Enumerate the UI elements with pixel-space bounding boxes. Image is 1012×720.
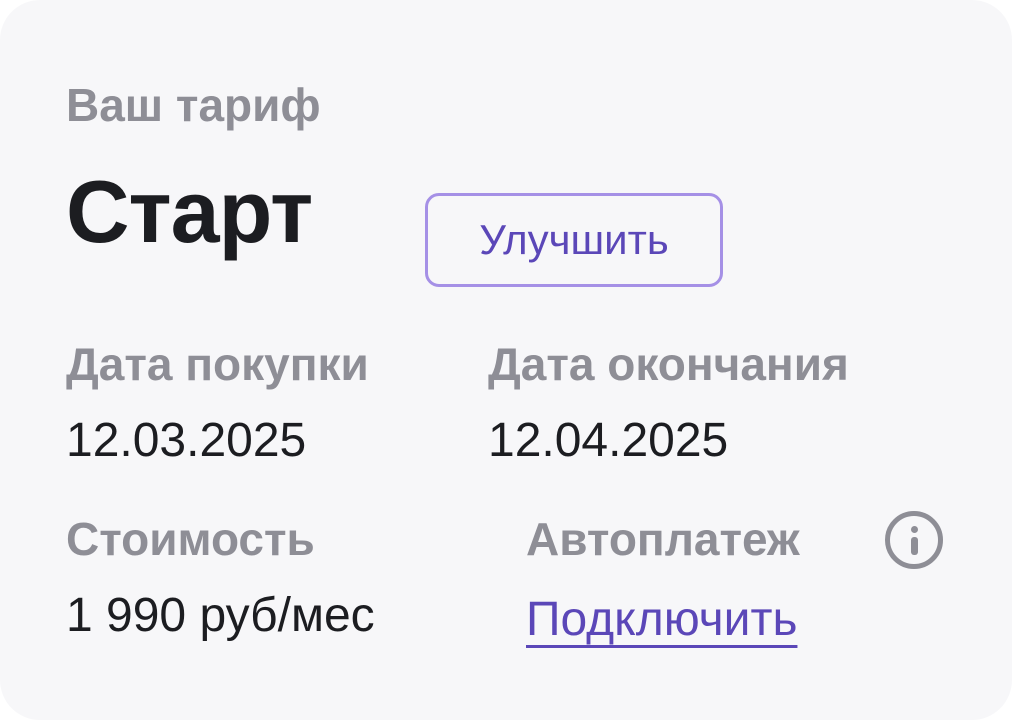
autopay-label: Автоплатеж [526, 513, 800, 565]
price-label: Стоимость [66, 513, 315, 565]
tariff-card: Ваш тариф Старт Улучшить Дата покупки 12… [0, 0, 1012, 720]
info-icon-dot [910, 526, 918, 533]
upgrade-button[interactable]: Улучшить [425, 193, 723, 287]
expiry-date-label: Дата окончания [488, 338, 849, 390]
tariff-section-label: Ваш тариф [66, 79, 321, 131]
autopay-connect-link[interactable]: Подключить [526, 592, 797, 647]
plan-name: Старт [66, 162, 313, 261]
price-value: 1 990 руб/мес [66, 589, 375, 642]
purchase-date-value: 12.03.2025 [66, 414, 307, 467]
purchase-date-label: Дата покупки [66, 338, 369, 390]
expiry-date-value: 12.04.2025 [488, 414, 729, 467]
info-icon[interactable] [885, 511, 943, 569]
info-icon-bar [910, 537, 918, 555]
